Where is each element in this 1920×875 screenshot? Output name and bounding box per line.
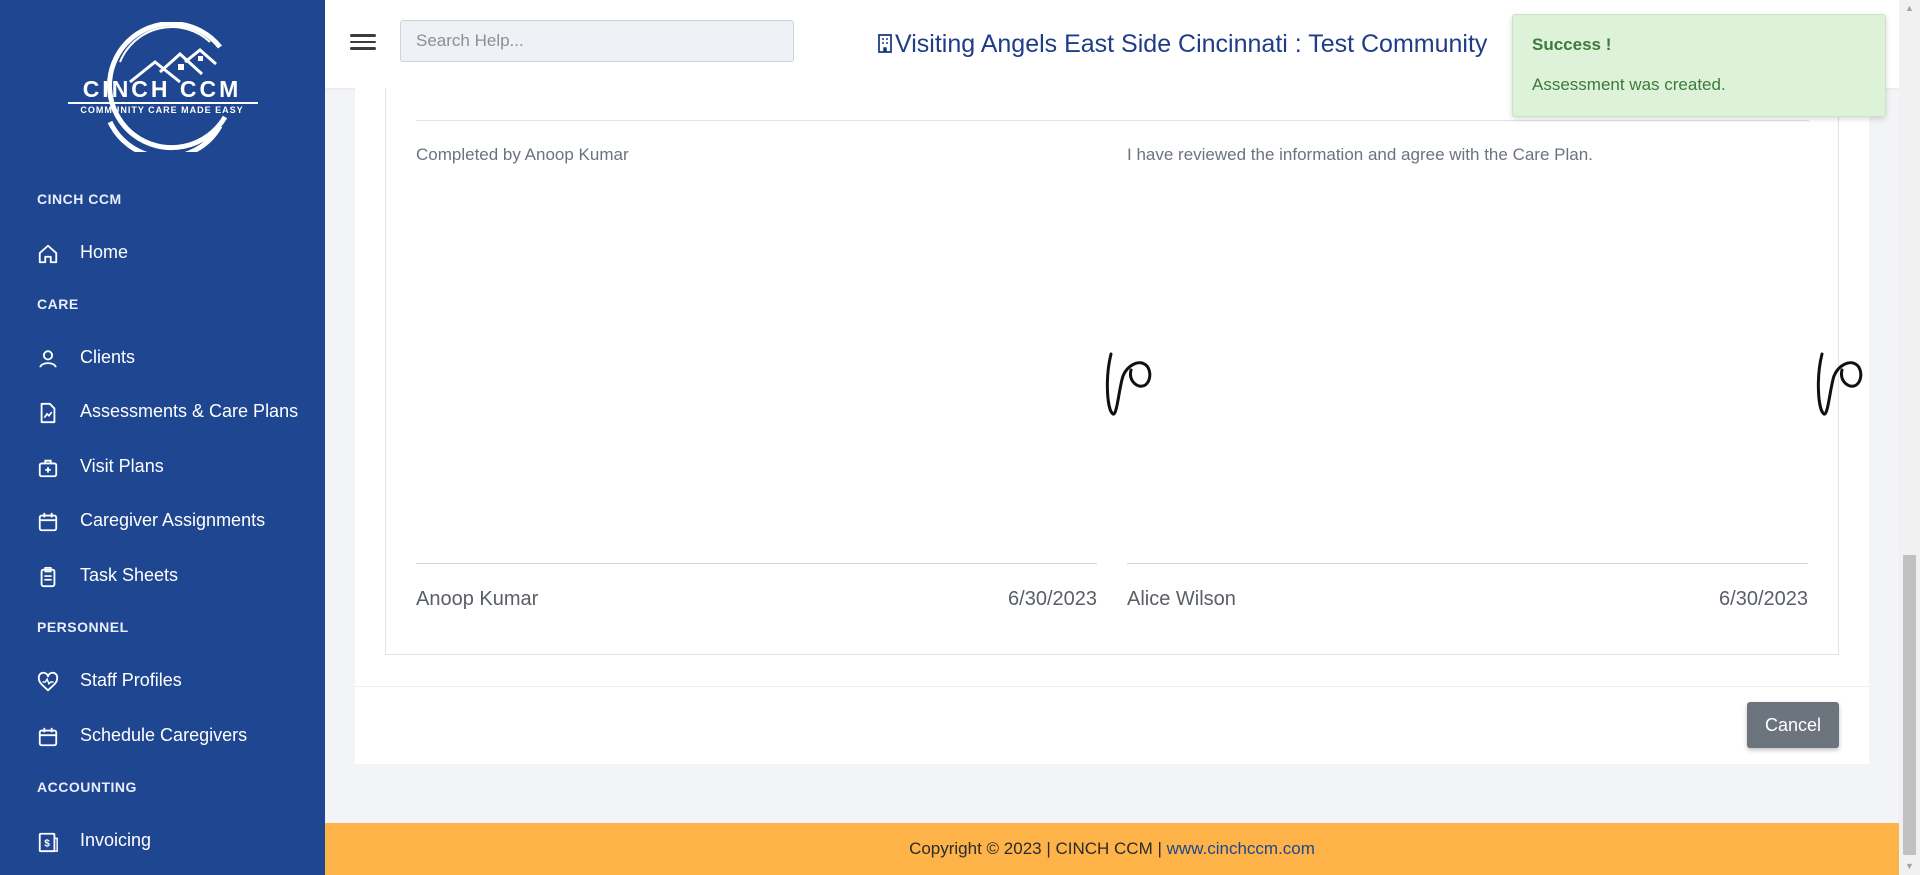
signature-caption-left: Completed by Anoop Kumar [416, 145, 629, 164]
menu-toggle-icon[interactable] [350, 30, 376, 56]
cancel-button[interactable]: Cancel [1747, 702, 1839, 748]
section-label-personnel: PERSONNEL [37, 619, 129, 635]
section-label-care: CARE [37, 296, 79, 312]
signature-line-right [1127, 563, 1808, 564]
toast-message: Assessment was created. [1532, 75, 1726, 94]
sidebar-item-label: Task Sheets [80, 565, 179, 585]
section-label-accounting: ACCOUNTING [37, 779, 137, 795]
calendar-icon [37, 511, 59, 533]
sidebar-item-task-sheets[interactable]: Task Sheets [0, 553, 325, 599]
scrollbar-thumb[interactable] [1903, 555, 1916, 855]
calendar-icon [37, 726, 59, 748]
sidebar-item-visit-plans[interactable]: Visit Plans [0, 444, 325, 490]
sidebar-item-invoicing[interactable]: $ Invoicing [0, 818, 325, 864]
sidebar-item-label: Invoicing [80, 830, 152, 850]
sidebar-item-staff-profiles[interactable]: Staff Profiles [0, 658, 325, 704]
sidebar-item-home[interactable]: Home [0, 230, 325, 276]
sidebar-item-clients[interactable]: Clients [0, 335, 325, 381]
website-link[interactable]: www.cinchccm.com [1167, 839, 1315, 858]
clipboard-icon [37, 566, 59, 588]
success-toast[interactable]: Success ! Assessment was created. [1512, 14, 1886, 117]
sidebar-item-label: Assessments & Care Plans [80, 401, 299, 421]
sidebar-item-label: Schedule Caregivers [80, 725, 248, 745]
sidebar-item-schedule-caregivers[interactable]: Schedule Caregivers [0, 713, 325, 759]
divider [416, 120, 1809, 121]
signer-name-left: Anoop Kumar [416, 588, 539, 610]
sidebar-item-label: Home [80, 242, 129, 262]
sidebar: CINCH CCM COMMUNITY CARE MADE EASY CINCH… [0, 0, 325, 875]
sidebar-item-caregiver-assignments[interactable]: Caregiver Assignments [0, 498, 325, 544]
care-plan-signature-card: Completed by Anoop Kumar Anoop Kumar 6/3… [355, 88, 1869, 764]
document-chart-icon [37, 402, 59, 424]
signature-image-right [1814, 348, 1878, 428]
heart-pulse-icon [37, 671, 59, 693]
signature-caption-right: I have reviewed the information and agre… [1127, 145, 1593, 164]
building-icon [877, 31, 893, 53]
sidebar-item-label: Visit Plans [80, 456, 164, 476]
copyright-text: Copyright © 2023 | CINCH CCM | [909, 839, 1167, 858]
card-footer-divider [355, 686, 1869, 687]
toast-title: Success ! [1532, 35, 1612, 54]
cinch-ccm-logo[interactable]: CINCH CCM COMMUNITY CARE MADE EASY [60, 22, 265, 152]
page-scrollbar[interactable]: ▲ ▼ [1899, 0, 1920, 875]
sidebar-item-label: Caregiver Assignments [80, 510, 266, 530]
briefcase-plus-icon [37, 457, 59, 479]
signature-line-left [416, 563, 1097, 564]
home-icon [37, 243, 59, 265]
signature-image-left [1103, 348, 1167, 428]
svg-text:$: $ [44, 839, 50, 850]
user-icon [37, 348, 59, 370]
page-footer: Copyright © 2023 | CINCH CCM | www.cinch… [325, 823, 1899, 875]
sidebar-item-label: Clients [80, 347, 136, 367]
signer-name-right: Alice Wilson [1127, 588, 1236, 610]
scroll-up-arrow-icon[interactable]: ▲ [1899, 0, 1920, 17]
svg-text:COMMUNITY CARE MADE EASY: COMMUNITY CARE MADE EASY [80, 105, 243, 115]
signature-date-right: 6/30/2023 [1719, 588, 1808, 610]
scroll-down-arrow-icon[interactable]: ▼ [1899, 858, 1920, 875]
sidebar-item-assessments[interactable]: Assessments & Care Plans [0, 389, 325, 435]
sidebar-item-label: Staff Profiles [80, 670, 182, 690]
agency-title-text: Visiting Angels East Side Cincinnati : T… [895, 30, 1488, 58]
section-label-cinch: CINCH CCM [37, 191, 122, 207]
svg-text:CINCH CCM: CINCH CCM [83, 76, 242, 102]
signature-date-left: 6/30/2023 [1008, 588, 1097, 610]
search-help-input[interactable] [400, 20, 794, 62]
agency-title: Visiting Angels East Side Cincinnati : T… [877, 30, 1487, 59]
invoice-icon: $ [37, 831, 59, 853]
